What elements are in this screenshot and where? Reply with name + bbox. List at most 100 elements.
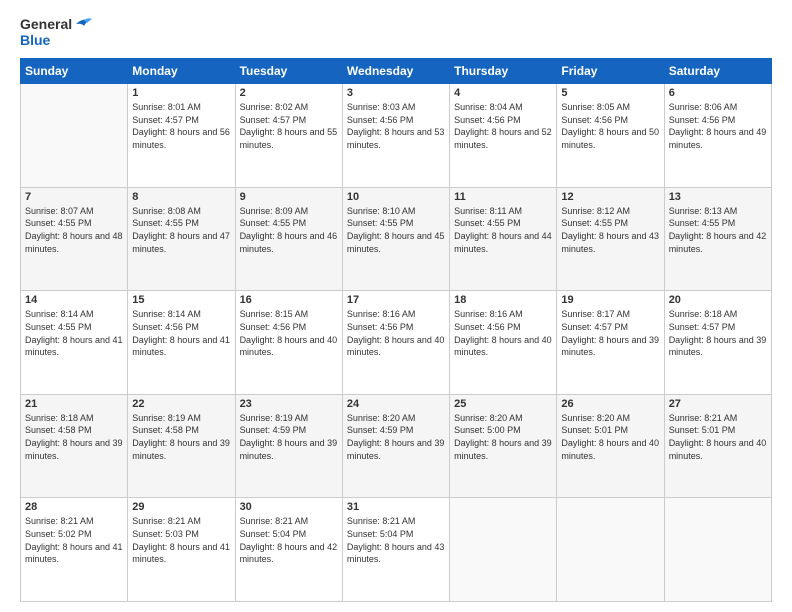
logo-bird-icon (74, 16, 92, 32)
day-info: Sunrise: 8:16 AMSunset: 4:56 PMDaylight:… (454, 308, 552, 358)
day-number: 28 (25, 501, 123, 513)
calendar-cell: 3 Sunrise: 8:03 AMSunset: 4:56 PMDaylight… (342, 84, 449, 188)
day-number: 11 (454, 191, 552, 203)
day-info: Sunrise: 8:11 AMSunset: 4:55 PMDaylight:… (454, 205, 552, 255)
calendar-cell: 16 Sunrise: 8:15 AMSunset: 4:56 PMDayligh… (235, 291, 342, 395)
calendar-cell: 22 Sunrise: 8:19 AMSunset: 4:58 PMDayligh… (128, 394, 235, 498)
calendar-cell: 23 Sunrise: 8:19 AMSunset: 4:59 PMDayligh… (235, 394, 342, 498)
calendar-cell: 31 Sunrise: 8:21 AMSunset: 5:04 PMDayligh… (342, 498, 449, 602)
calendar-cell: 28 Sunrise: 8:21 AMSunset: 5:02 PMDayligh… (21, 498, 128, 602)
calendar-cell: 4Sunrise: 8:04 AMSunset: 4:56 PMDaylight… (450, 84, 557, 188)
day-number: 18 (454, 294, 552, 306)
calendar-cell: 10 Sunrise: 8:10 AMSunset: 4:55 PMDayligh… (342, 187, 449, 291)
day-info: Sunrise: 8:20 AMSunset: 5:01 PMDaylight:… (561, 412, 659, 462)
calendar-table: SundayMondayTuesdayWednesdayThursdayFrid… (20, 58, 772, 602)
calendar-cell: 9 Sunrise: 8:09 AMSunset: 4:55 PMDaylight… (235, 187, 342, 291)
day-info: Sunrise: 8:21 AMSunset: 5:04 PMDaylight:… (240, 515, 338, 565)
calendar-cell: 27Sunrise: 8:21 AMSunset: 5:01 PMDayligh… (664, 394, 771, 498)
calendar-cell: 26 Sunrise: 8:20 AMSunset: 5:01 PMDayligh… (557, 394, 664, 498)
calendar-header-row: SundayMondayTuesdayWednesdayThursdayFrid… (21, 59, 772, 84)
day-info: Sunrise: 8:04 AMSunset: 4:56 PMDaylight:… (454, 101, 552, 151)
calendar-week-row: 7 Sunrise: 8:07 AMSunset: 4:55 PMDaylight… (21, 187, 772, 291)
day-info: Sunrise: 8:02 AMSunset: 4:57 PMDaylight:… (240, 101, 338, 151)
day-info: Sunrise: 8:21 AMSunset: 5:01 PMDaylight:… (669, 412, 767, 462)
calendar-week-row: 14 Sunrise: 8:14 AMSunset: 4:55 PMDayligh… (21, 291, 772, 395)
weekday-header: Sunday (21, 59, 128, 84)
day-info: Sunrise: 8:17 AMSunset: 4:57 PMDaylight:… (561, 308, 659, 358)
logo-text-general: General (20, 16, 72, 32)
day-number: 26 (561, 398, 659, 410)
day-number: 14 (25, 294, 123, 306)
day-info: Sunrise: 8:21 AMSunset: 5:03 PMDaylight:… (132, 515, 230, 565)
calendar-cell: 5 Sunrise: 8:05 AMSunset: 4:56 PMDaylight… (557, 84, 664, 188)
day-info: Sunrise: 8:15 AMSunset: 4:56 PMDaylight:… (240, 308, 338, 358)
calendar-cell (557, 498, 664, 602)
day-info: Sunrise: 8:12 AMSunset: 4:55 PMDaylight:… (561, 205, 659, 255)
calendar-cell: 25 Sunrise: 8:20 AMSunset: 5:00 PMDayligh… (450, 394, 557, 498)
header: General Blue (20, 16, 772, 48)
day-number: 10 (347, 191, 445, 203)
calendar-cell: 29 Sunrise: 8:21 AMSunset: 5:03 PMDayligh… (128, 498, 235, 602)
day-info: Sunrise: 8:03 AMSunset: 4:56 PMDaylight:… (347, 101, 445, 151)
day-info: Sunrise: 8:16 AMSunset: 4:56 PMDaylight:… (347, 308, 445, 358)
day-number: 7 (25, 191, 123, 203)
day-number: 9 (240, 191, 338, 203)
day-info: Sunrise: 8:07 AMSunset: 4:55 PMDaylight:… (25, 205, 123, 255)
day-number: 20 (669, 294, 767, 306)
day-info: Sunrise: 8:21 AMSunset: 5:04 PMDaylight:… (347, 515, 445, 565)
day-number: 17 (347, 294, 445, 306)
day-info: Sunrise: 8:19 AMSunset: 4:59 PMDaylight:… (240, 412, 338, 462)
day-info: Sunrise: 8:10 AMSunset: 4:55 PMDaylight:… (347, 205, 445, 255)
day-number: 16 (240, 294, 338, 306)
calendar-cell: 1Sunrise: 8:01 AMSunset: 4:57 PMDaylight… (128, 84, 235, 188)
day-info: Sunrise: 8:08 AMSunset: 4:55 PMDaylight:… (132, 205, 230, 255)
calendar-cell: 13 Sunrise: 8:13 AMSunset: 4:55 PMDayligh… (664, 187, 771, 291)
day-info: Sunrise: 8:14 AMSunset: 4:55 PMDaylight:… (25, 308, 123, 358)
calendar-cell: 24 Sunrise: 8:20 AMSunset: 4:59 PMDayligh… (342, 394, 449, 498)
day-number: 13 (669, 191, 767, 203)
calendar-cell: 14 Sunrise: 8:14 AMSunset: 4:55 PMDayligh… (21, 291, 128, 395)
day-number: 5 (561, 87, 659, 99)
logo-text-blue: Blue (20, 32, 50, 48)
calendar-week-row: 21Sunrise: 8:18 AMSunset: 4:58 PMDayligh… (21, 394, 772, 498)
logo: General Blue (20, 16, 92, 48)
weekday-header: Thursday (450, 59, 557, 84)
day-info: Sunrise: 8:14 AMSunset: 4:56 PMDaylight:… (132, 308, 230, 358)
day-number: 6 (669, 87, 767, 99)
logo-graphic: General Blue (20, 16, 92, 48)
weekday-header: Saturday (664, 59, 771, 84)
day-number: 12 (561, 191, 659, 203)
page: General Blue SundayMondayTuesdayWednesda… (0, 0, 792, 612)
weekday-header: Friday (557, 59, 664, 84)
day-number: 24 (347, 398, 445, 410)
calendar-cell: 8 Sunrise: 8:08 AMSunset: 4:55 PMDaylight… (128, 187, 235, 291)
day-info: Sunrise: 8:19 AMSunset: 4:58 PMDaylight:… (132, 412, 230, 462)
calendar-cell: 20Sunrise: 8:18 AMSunset: 4:57 PMDayligh… (664, 291, 771, 395)
calendar-cell: 7 Sunrise: 8:07 AMSunset: 4:55 PMDaylight… (21, 187, 128, 291)
day-number: 3 (347, 87, 445, 99)
day-number: 8 (132, 191, 230, 203)
day-info: Sunrise: 8:21 AMSunset: 5:02 PMDaylight:… (25, 515, 123, 565)
day-info: Sunrise: 8:05 AMSunset: 4:56 PMDaylight:… (561, 101, 659, 151)
day-info: Sunrise: 8:13 AMSunset: 4:55 PMDaylight:… (669, 205, 767, 255)
calendar-cell (21, 84, 128, 188)
calendar-cell: 30Sunrise: 8:21 AMSunset: 5:04 PMDayligh… (235, 498, 342, 602)
day-number: 21 (25, 398, 123, 410)
calendar-cell: 11 Sunrise: 8:11 AMSunset: 4:55 PMDayligh… (450, 187, 557, 291)
calendar-cell: 6Sunrise: 8:06 AMSunset: 4:56 PMDaylight… (664, 84, 771, 188)
day-number: 31 (347, 501, 445, 513)
day-number: 2 (240, 87, 338, 99)
calendar-cell: 21Sunrise: 8:18 AMSunset: 4:58 PMDayligh… (21, 394, 128, 498)
day-number: 23 (240, 398, 338, 410)
calendar-week-row: 1Sunrise: 8:01 AMSunset: 4:57 PMDaylight… (21, 84, 772, 188)
calendar-cell: 19Sunrise: 8:17 AMSunset: 4:57 PMDayligh… (557, 291, 664, 395)
day-info: Sunrise: 8:20 AMSunset: 4:59 PMDaylight:… (347, 412, 445, 462)
day-number: 22 (132, 398, 230, 410)
day-number: 29 (132, 501, 230, 513)
calendar-cell: 2 Sunrise: 8:02 AMSunset: 4:57 PMDaylight… (235, 84, 342, 188)
day-info: Sunrise: 8:09 AMSunset: 4:55 PMDaylight:… (240, 205, 338, 255)
weekday-header: Tuesday (235, 59, 342, 84)
calendar-cell: 15Sunrise: 8:14 AMSunset: 4:56 PMDayligh… (128, 291, 235, 395)
day-number: 25 (454, 398, 552, 410)
day-info: Sunrise: 8:20 AMSunset: 5:00 PMDaylight:… (454, 412, 552, 462)
